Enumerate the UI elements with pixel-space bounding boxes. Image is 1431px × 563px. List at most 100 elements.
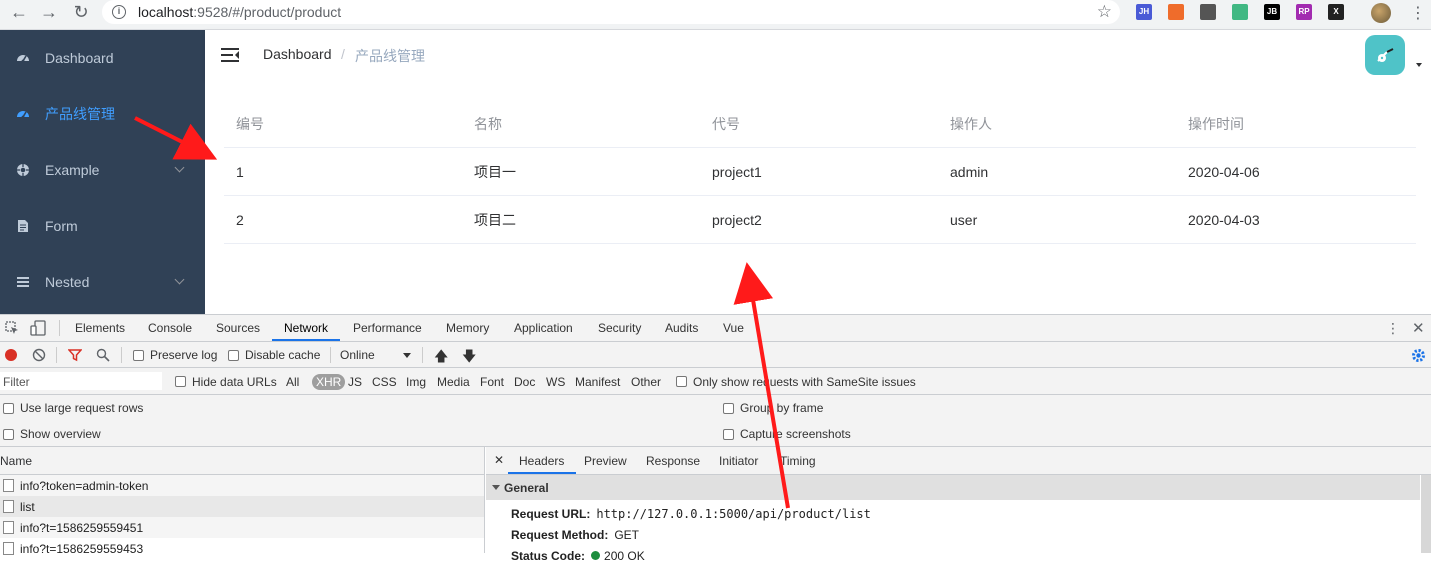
tab-sources[interactable]: Sources bbox=[216, 321, 260, 335]
disable-cache-label: Disable cache bbox=[245, 348, 321, 362]
filter-type-all[interactable]: All bbox=[286, 375, 299, 389]
filter-input-placeholder: Filter bbox=[3, 375, 30, 389]
forward-icon[interactable]: → bbox=[34, 0, 64, 24]
request-list-header[interactable]: Name bbox=[0, 447, 484, 475]
export-har-icon[interactable]: 🡇 bbox=[462, 346, 476, 370]
sidebar-item-example[interactable]: Example bbox=[0, 142, 205, 198]
inspect-element-icon[interactable] bbox=[5, 321, 19, 335]
request-name: info?t=1586259559453 bbox=[20, 541, 144, 556]
filter-type-js[interactable]: JS bbox=[348, 375, 362, 389]
dashboard-icon bbox=[16, 107, 30, 121]
request-method-row: Request Method: GET bbox=[511, 528, 639, 542]
filter-type-font[interactable]: Font bbox=[480, 375, 504, 389]
devtools-more-icon[interactable]: ⋮ bbox=[1386, 320, 1400, 337]
clear-icon[interactable] bbox=[32, 348, 46, 362]
toolbar-divider bbox=[56, 347, 57, 363]
postman-extension-icon[interactable] bbox=[1168, 4, 1184, 20]
toolbar-divider bbox=[422, 347, 423, 363]
jh-extension-icon[interactable]: JH bbox=[1136, 4, 1152, 20]
detail-tab-headers[interactable]: Headers bbox=[519, 454, 564, 468]
request-row[interactable]: info?t=1586259559451 bbox=[0, 517, 484, 538]
settings-gear-icon[interactable] bbox=[1411, 348, 1426, 363]
vue-devtools-icon[interactable] bbox=[1232, 4, 1248, 20]
nested-icon bbox=[16, 275, 30, 289]
filter-icon[interactable] bbox=[68, 348, 82, 362]
detail-tab-response[interactable]: Response bbox=[646, 454, 700, 468]
tab-memory[interactable]: Memory bbox=[446, 321, 489, 335]
disable-cache-checkbox[interactable] bbox=[228, 350, 239, 361]
import-har-icon[interactable]: 🡅 bbox=[434, 346, 448, 370]
x-extension-icon[interactable]: X bbox=[1328, 4, 1344, 20]
table-row[interactable]: 1 项目一 project1 admin 2020-04-06 bbox=[224, 148, 1416, 196]
request-row[interactable]: list bbox=[0, 496, 484, 517]
address-bar[interactable]: i localhost:9528/#/product/product ☆ bbox=[102, 0, 1120, 24]
profile-avatar[interactable] bbox=[1371, 3, 1391, 23]
preserve-log-checkbox[interactable] bbox=[133, 350, 144, 361]
filter-type-doc[interactable]: Doc bbox=[514, 375, 535, 389]
navbar: Dashboard / 产品线管理 bbox=[205, 30, 1431, 80]
record-icon[interactable] bbox=[5, 349, 17, 361]
request-row[interactable]: info?t=1586259559453 bbox=[0, 538, 484, 559]
group-by-frame-checkbox[interactable] bbox=[723, 403, 734, 414]
filter-type-other[interactable]: Other bbox=[631, 375, 661, 389]
sidebar-item-product-line[interactable]: 产品线管理 bbox=[0, 86, 205, 142]
tab-application[interactable]: Application bbox=[514, 321, 573, 335]
capture-screenshots-checkbox[interactable] bbox=[723, 429, 734, 440]
filter-type-manifest[interactable]: Manifest bbox=[575, 375, 620, 389]
request-method-label: Request Method: bbox=[511, 528, 609, 542]
hide-data-urls-checkbox[interactable] bbox=[175, 376, 186, 387]
user-avatar[interactable] bbox=[1365, 35, 1405, 75]
back-icon[interactable]: ← bbox=[4, 0, 34, 24]
hamburger-icon[interactable] bbox=[221, 47, 239, 63]
search-icon[interactable] bbox=[96, 348, 110, 362]
tab-audits[interactable]: Audits bbox=[665, 321, 698, 335]
sidebar-item-dashboard[interactable]: Dashboard bbox=[0, 30, 205, 86]
sidebar-item-form[interactable]: Form bbox=[0, 198, 205, 254]
breadcrumb-dashboard[interactable]: Dashboard bbox=[263, 46, 332, 62]
tab-network[interactable]: Network bbox=[284, 321, 328, 335]
filter-type-ws[interactable]: WS bbox=[546, 375, 565, 389]
network-toolbar: Preserve log Disable cache Online 🡅 🡇 bbox=[0, 342, 1431, 368]
main-content: 编号 名称 代号 操作人 操作时间 1 项目一 project1 admin 2020-04-06… bbox=[205, 80, 1431, 314]
table-cell: 2020-04-06 bbox=[1188, 163, 1260, 180]
table-row[interactable]: 2 项目二 project2 user 2020-04-03 bbox=[224, 196, 1416, 244]
large-rows-label: Use large request rows bbox=[20, 401, 144, 415]
general-section-header[interactable]: General bbox=[486, 475, 1420, 500]
throttle-select[interactable]: Online bbox=[340, 348, 375, 362]
detail-tab-initiator[interactable]: Initiator bbox=[719, 454, 758, 468]
filter-type-css[interactable]: CSS bbox=[372, 375, 397, 389]
close-detail-icon[interactable]: ✕ bbox=[494, 453, 504, 467]
sidebar-item-nested[interactable]: Nested bbox=[0, 254, 205, 310]
bookmark-star-icon[interactable]: ☆ bbox=[1097, 2, 1112, 22]
avatar-dropdown-caret-icon[interactable] bbox=[1416, 63, 1422, 67]
rp-extension-icon[interactable]: RP bbox=[1296, 4, 1312, 20]
sidebar: Dashboard 产品线管理 Example Form Nested bbox=[0, 30, 205, 314]
device-toolbar-icon[interactable] bbox=[30, 320, 46, 336]
detail-tab-preview[interactable]: Preview bbox=[584, 454, 627, 468]
samesite-checkbox[interactable] bbox=[676, 376, 687, 387]
jb-extension-icon[interactable]: JB bbox=[1264, 4, 1280, 20]
browser-toolbar: ← → ↻ i localhost:9528/#/product/product… bbox=[0, 0, 1431, 30]
tab-security[interactable]: Security bbox=[598, 321, 641, 335]
tab-vue[interactable]: Vue bbox=[723, 321, 744, 335]
table-cell: 2 bbox=[236, 211, 244, 228]
filter-type-media[interactable]: Media bbox=[437, 375, 470, 389]
request-row[interactable]: info?token=admin-token bbox=[0, 475, 484, 496]
tab-performance[interactable]: Performance bbox=[353, 321, 422, 335]
devtools-tabbar: Elements Console Sources Network Performance… bbox=[0, 315, 1431, 342]
code-extension-icon[interactable] bbox=[1200, 4, 1216, 20]
filter-type-img[interactable]: Img bbox=[406, 375, 426, 389]
devtools-close-icon[interactable]: ✕ bbox=[1412, 319, 1425, 337]
show-overview-checkbox[interactable] bbox=[3, 429, 14, 440]
large-rows-checkbox[interactable] bbox=[3, 403, 14, 414]
detail-scrollbar[interactable] bbox=[1421, 475, 1431, 553]
site-info-icon[interactable]: i bbox=[112, 5, 126, 19]
reload-icon[interactable]: ↻ bbox=[66, 0, 96, 24]
detail-tab-timing[interactable]: Timing bbox=[780, 454, 816, 468]
tab-elements[interactable]: Elements bbox=[75, 321, 125, 335]
filter-type-xhr[interactable]: XHR bbox=[312, 374, 346, 390]
browser-menu-icon[interactable]: ⋮ bbox=[1410, 3, 1426, 23]
throttle-chevron-down-icon[interactable] bbox=[403, 353, 411, 358]
tab-console[interactable]: Console bbox=[148, 321, 192, 335]
request-url-value: http://127.0.0.1:5000/api/product/list bbox=[596, 507, 871, 521]
